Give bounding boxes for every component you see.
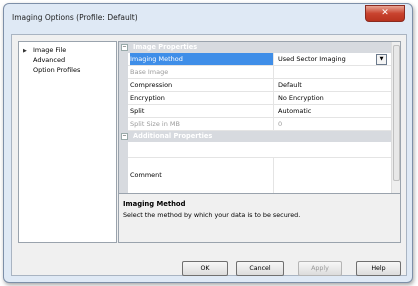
property-name: Encryption [130, 92, 274, 104]
dialog-body: ▶ Image File Advanced Option Profiles − I… [11, 34, 407, 276]
property-name: Split Size in MB [130, 118, 274, 130]
property-name: Base Image [130, 66, 274, 78]
category-label: Additional Properties [133, 132, 213, 140]
collapse-icon[interactable]: − [121, 133, 128, 140]
property-grid: − Image Properties Imaging Method Used S… [118, 41, 401, 243]
grid-scrollbar[interactable] [391, 42, 400, 193]
title-bar[interactable]: Imaging Options (Profile: Default) ✕ [4, 4, 412, 31]
scrollbar-thumb[interactable] [393, 45, 400, 181]
description-title: Imaging Method [123, 200, 186, 208]
category-label: Image Properties [133, 43, 198, 51]
tree-item-advanced[interactable]: Advanced [33, 56, 65, 64]
property-value[interactable]: Automatic [278, 105, 311, 117]
property-row-base-image: Base Image [128, 66, 391, 79]
close-button[interactable]: ✕ [365, 5, 405, 22]
description-panel: Imaging Method Select the method by whic… [119, 193, 400, 242]
property-value[interactable]: Default [278, 79, 302, 91]
ok-button[interactable]: OK [182, 261, 228, 276]
category-image-properties[interactable]: − Image Properties [119, 42, 391, 53]
expand-arrow-icon[interactable]: ▶ [23, 48, 33, 54]
property-name: Split [130, 105, 274, 117]
description-text: Select the method by which your data is … [123, 211, 301, 219]
window-title: Imaging Options (Profile: Default) [12, 13, 138, 22]
category-additional-properties[interactable]: − Additional Properties [119, 131, 391, 142]
tree-item-label: Option Profiles [33, 66, 81, 74]
tree-item-option-profiles[interactable]: Option Profiles [33, 66, 80, 74]
property-row-split[interactable]: Split Automatic [128, 105, 391, 118]
property-row-split-size: Split Size in MB 0 [128, 118, 391, 131]
apply-button: Apply [298, 261, 342, 276]
property-name: Imaging Method [130, 53, 274, 65]
property-row-compression[interactable]: Compression Default [128, 79, 391, 92]
imaging-options-dialog: Imaging Options (Profile: Default) ✕ ▶ Im… [3, 3, 413, 283]
tree-item-label: Advanced [33, 56, 66, 64]
property-value[interactable]: No Encryption [278, 92, 324, 104]
cancel-button[interactable]: Cancel [236, 261, 284, 276]
tree-item-label: Image File [33, 46, 67, 54]
property-name: Compression [130, 79, 274, 91]
blank-row [128, 142, 391, 158]
imaging-method-value[interactable]: Used Sector Imaging [278, 53, 346, 65]
options-tree: ▶ Image File Advanced Option Profiles [18, 41, 117, 243]
collapse-icon[interactable]: − [121, 44, 128, 51]
property-row-imaging-method[interactable]: Imaging Method Used Sector Imaging ▼ [128, 53, 391, 66]
tree-item-image-file[interactable]: ▶ Image File [23, 46, 66, 54]
close-icon: ✕ [381, 8, 389, 18]
property-value: 0 [278, 120, 283, 128]
help-button[interactable]: Help [356, 261, 401, 276]
property-row-encryption[interactable]: Encryption No Encryption [128, 92, 391, 105]
property-row-comment[interactable]: Comment [128, 157, 391, 194]
property-name: Comment [130, 157, 274, 193]
dropdown-arrow-icon[interactable]: ▼ [376, 54, 387, 65]
